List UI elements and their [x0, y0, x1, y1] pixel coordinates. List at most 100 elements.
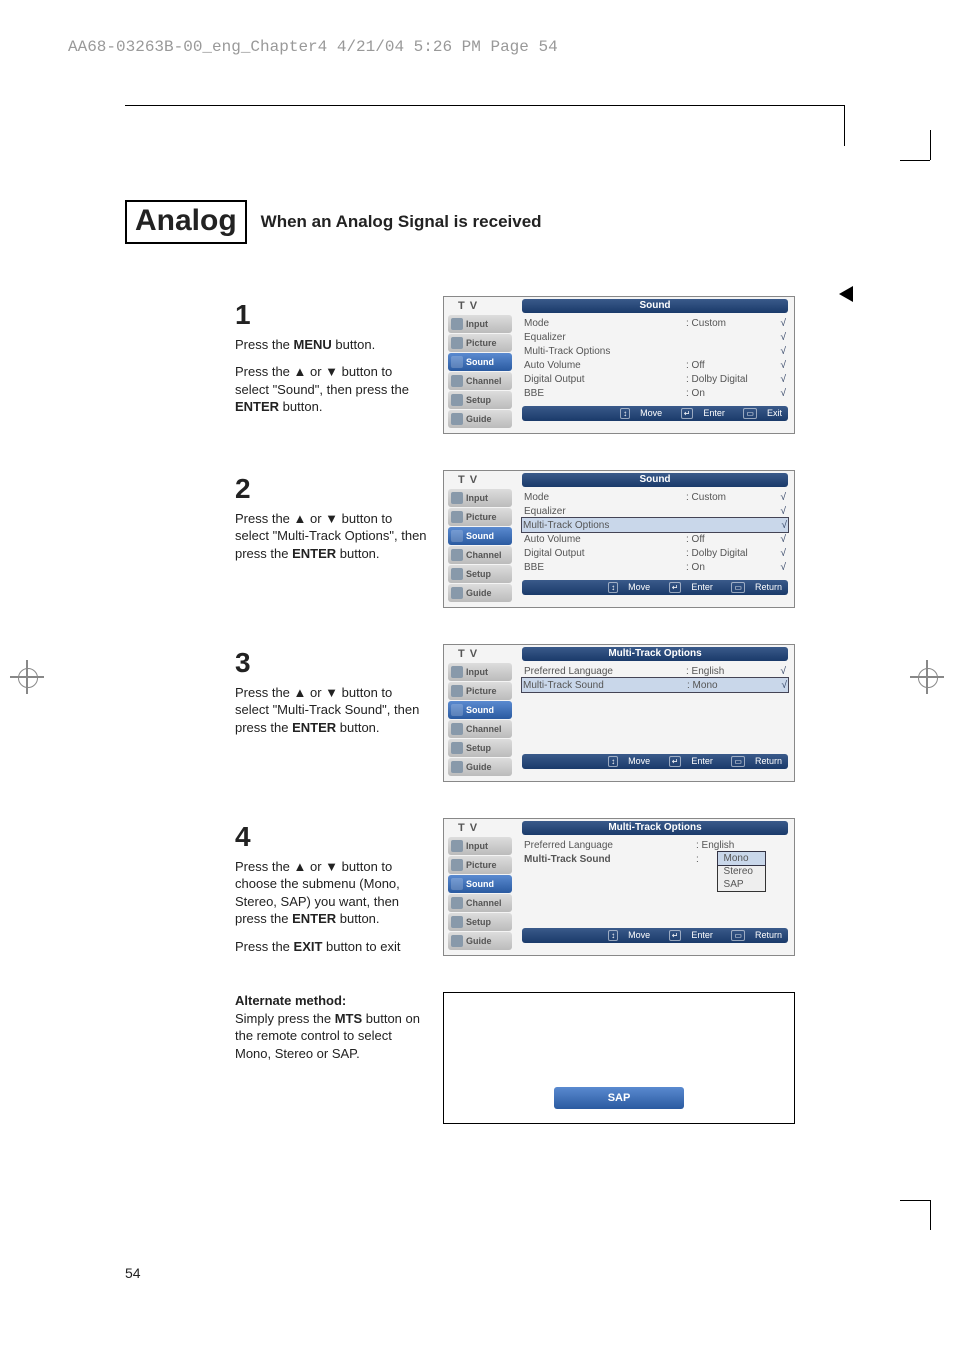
registration-mark-right [910, 660, 944, 694]
osd-row-bbe[interactable]: BBE: On√ [522, 386, 788, 400]
channel-icon [451, 375, 463, 387]
chevron-right-icon: √ [776, 318, 786, 329]
osd-title: Multi-Track Options [522, 647, 788, 661]
osd-side-input[interactable]: Input [448, 315, 512, 333]
osd-side-setup[interactable]: Setup [448, 739, 512, 757]
osd-tv-label: T V [458, 822, 478, 834]
osd-sidebar: Input Picture Sound Channel Setup Guide [444, 835, 516, 955]
osd-row-mode[interactable]: Mode: Custom√ [522, 316, 788, 330]
page-number: 54 [125, 1265, 141, 1281]
osd-row-equalizer[interactable]: Equalizer√ [522, 330, 788, 344]
picture-icon [451, 337, 463, 349]
osd-side-setup[interactable]: Setup [448, 391, 512, 409]
osd-side-setup[interactable]: Setup [448, 913, 512, 931]
osd-row-mtsound[interactable]: Multi-Track Sound: Mono√ [521, 677, 789, 693]
osd-row-label: Multi-Track Options [523, 520, 687, 531]
osd-side-picture[interactable]: Picture [448, 682, 512, 700]
osd-side-channel[interactable]: Channel [448, 720, 512, 738]
osd-row-digitaloutput[interactable]: Digital Output: Dolby Digital√ [522, 546, 788, 560]
osd-side-channel[interactable]: Channel [448, 372, 512, 390]
osd-side-sound[interactable]: Sound [448, 527, 512, 545]
back-arrow-icon [839, 286, 853, 302]
osd-row-label: Preferred Language [524, 840, 696, 851]
osd-side-picture[interactable]: Picture [448, 334, 512, 352]
osd-row-value: : Dolby Digital [686, 374, 776, 385]
osd-tv-label: T V [458, 474, 478, 486]
osd-row-value: : English [696, 840, 786, 851]
osd-side-input[interactable]: Input [448, 663, 512, 681]
osd-footer: ↕Move ↵Enter ▭Return [522, 928, 788, 943]
osd-side-label: Input [466, 493, 488, 503]
osd-side-sound[interactable]: Sound [448, 353, 512, 371]
osd-title: Multi-Track Options [522, 821, 788, 835]
dropdown-option-stereo[interactable]: Stereo [718, 865, 765, 878]
step-number: 2 [235, 470, 427, 508]
enter-icon: ↵ [669, 930, 682, 941]
step-text-fragment: button. [336, 720, 379, 735]
step-text-fragment: button. [336, 911, 379, 926]
osd-screenshot-1: T V Sound Input Picture Sound Channel Se… [443, 296, 795, 434]
osd-row-equalizer[interactable]: Equalizer√ [522, 504, 788, 518]
osd-side-picture[interactable]: Picture [448, 856, 512, 874]
osd-row-preflang[interactable]: Preferred Language: English√ [522, 664, 788, 678]
dropdown-option-sap[interactable]: SAP [718, 878, 765, 891]
osd-row-label: Digital Output [524, 374, 686, 385]
osd-tv-label: T V [458, 300, 478, 312]
osd-side-channel[interactable]: Channel [448, 546, 512, 564]
mts-dropdown[interactable]: Mono Stereo SAP [717, 851, 766, 892]
osd-side-picture[interactable]: Picture [448, 508, 512, 526]
osd-foot-label: Enter [691, 756, 713, 766]
osd-side-label: Channel [466, 898, 502, 908]
chevron-right-icon: √ [776, 562, 786, 573]
chevron-right-icon: √ [776, 666, 786, 677]
osd-side-guide[interactable]: Guide [448, 932, 512, 950]
osd-foot-label: Enter [703, 408, 725, 418]
chevron-right-icon: √ [776, 492, 786, 503]
osd-menu: T V Sound Input Picture Sound Channel Se… [443, 296, 795, 434]
osd-side-input[interactable]: Input [448, 489, 512, 507]
menu-button-name: MENU [294, 337, 332, 352]
sound-icon [451, 356, 463, 368]
chevron-right-icon: √ [777, 520, 787, 531]
osd-row-label: Multi-Track Options [524, 346, 686, 357]
osd-foot-label: Move [640, 408, 662, 418]
osd-row-autovolume[interactable]: Auto Volume: Off√ [522, 358, 788, 372]
osd-side-sound[interactable]: Sound [448, 701, 512, 719]
osd-footer: ↕Move ↵Enter ▭Return [522, 754, 788, 769]
osd-row-mto[interactable]: Multi-Track Options√ [522, 344, 788, 358]
step-text-fragment: button. [336, 546, 379, 561]
osd-sidebar: Input Picture Sound Channel Setup Guide [444, 487, 516, 607]
osd-side-sound[interactable]: Sound [448, 875, 512, 893]
osd-menu: T V Multi-Track Options Input Picture So… [443, 818, 795, 956]
osd-side-guide[interactable]: Guide [448, 758, 512, 776]
dropdown-option-mono[interactable]: Mono [717, 851, 766, 866]
osd-side-label: Channel [466, 376, 502, 386]
guide-icon [451, 935, 463, 947]
osd-row-autovolume[interactable]: Auto Volume: Off√ [522, 532, 788, 546]
section-title: When an Analog Signal is received [261, 212, 542, 232]
osd-sidebar: Input Picture Sound Channel Setup Guide [444, 661, 516, 781]
osd-side-label: Setup [466, 743, 491, 753]
osd-side-label: Channel [466, 550, 502, 560]
sound-icon [451, 704, 463, 716]
osd-side-guide[interactable]: Guide [448, 410, 512, 428]
osd-side-setup[interactable]: Setup [448, 565, 512, 583]
osd-row-mode[interactable]: Mode: Custom√ [522, 490, 788, 504]
osd-side-input[interactable]: Input [448, 837, 512, 855]
updown-icon: ↕ [620, 408, 630, 419]
osd-row-digitaloutput[interactable]: Digital Output: Dolby Digital√ [522, 372, 788, 386]
osd-side-guide[interactable]: Guide [448, 584, 512, 602]
osd-row-mto[interactable]: Multi-Track Options √ [521, 517, 789, 533]
osd-side-channel[interactable]: Channel [448, 894, 512, 912]
input-icon [451, 318, 463, 330]
osd-row-label: BBE [524, 562, 686, 573]
osd-side-label: Input [466, 667, 488, 677]
sap-indicator: SAP [554, 1087, 684, 1109]
osd-row-value: : English [686, 666, 776, 677]
osd-row-preflang[interactable]: Preferred Language: English [522, 838, 788, 852]
step-text-fragment: button. [332, 337, 375, 352]
chevron-right-icon: √ [776, 548, 786, 559]
crop-mark [930, 130, 931, 160]
osd-row-bbe[interactable]: BBE: On√ [522, 560, 788, 574]
step-text-fragment: Press the [235, 939, 294, 954]
